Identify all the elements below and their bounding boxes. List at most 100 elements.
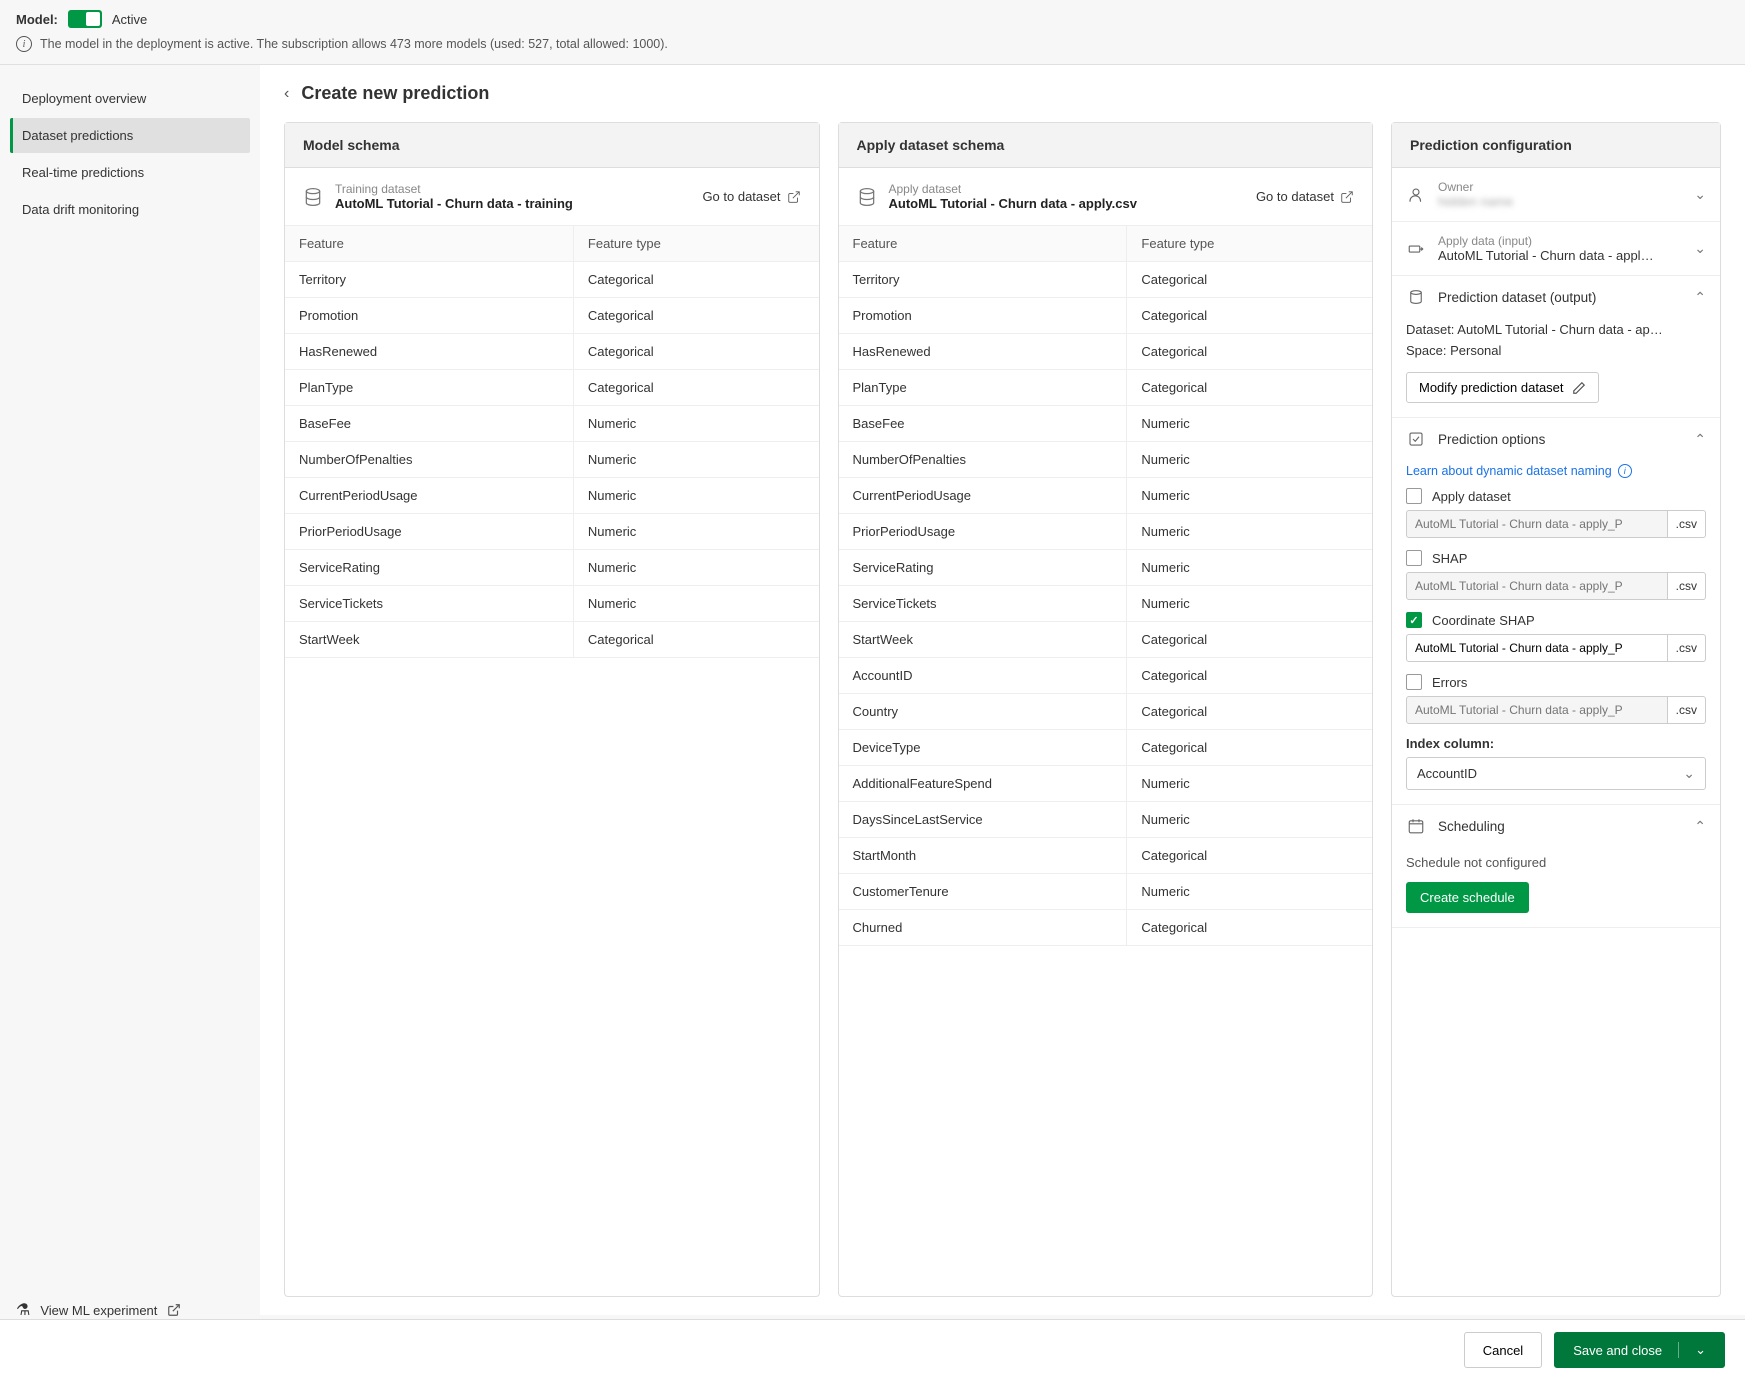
pencil-icon [1572, 381, 1586, 395]
table-row: PromotionCategorical [285, 298, 819, 334]
learn-dynamic-naming-link[interactable]: Learn about dynamic dataset naming i [1406, 464, 1706, 478]
coordinate-shap-input[interactable] [1406, 634, 1668, 662]
model-active-toggle[interactable] [68, 10, 102, 28]
owner-value: hidden name [1438, 194, 1682, 209]
training-dataset-name: AutoML Tutorial - Churn data - training [335, 196, 573, 211]
col-feature-type: Feature type [1127, 226, 1372, 261]
table-row: CustomerTenureNumeric [839, 874, 1373, 910]
feature-cell: HasRenewed [285, 334, 574, 369]
coordinate-shap-check-label: Coordinate SHAP [1432, 613, 1535, 628]
sidebar-item-dataset-predictions[interactable]: Dataset predictions [10, 118, 250, 153]
table-row: PlanTypeCategorical [839, 370, 1373, 406]
footer: Cancel Save and close ⌄ [0, 1319, 1745, 1380]
feature-cell: HasRenewed [839, 334, 1128, 369]
feature-cell: ServiceTickets [839, 586, 1128, 621]
feature-cell: StartWeek [285, 622, 574, 657]
apply-dataset-checkbox[interactable] [1406, 488, 1422, 504]
shap-checkbox[interactable] [1406, 550, 1422, 566]
errors-checkbox[interactable] [1406, 674, 1422, 690]
calendar-icon [1406, 817, 1426, 835]
table-row: CurrentPeriodUsageNumeric [839, 478, 1373, 514]
config-title: Prediction configuration [1392, 123, 1720, 168]
feature-cell: Promotion [285, 298, 574, 333]
view-ml-label: View ML experiment [40, 1303, 157, 1318]
input-icon [1406, 240, 1426, 258]
table-row: CurrentPeriodUsageNumeric [285, 478, 819, 514]
sidebar-item-data-drift-monitoring[interactable]: Data drift monitoring [10, 192, 250, 227]
col-feature: Feature [839, 226, 1128, 261]
scheduling-header[interactable]: Scheduling ⌃ [1392, 805, 1720, 847]
table-row: DeviceTypeCategorical [839, 730, 1373, 766]
prediction-options-header[interactable]: Prediction options ⌃ [1392, 418, 1720, 460]
type-cell: Numeric [1127, 766, 1372, 801]
feature-cell: PriorPeriodUsage [285, 514, 574, 549]
sidebar-item-real-time-predictions[interactable]: Real-time predictions [10, 155, 250, 190]
feature-cell: Country [839, 694, 1128, 729]
feature-cell: PriorPeriodUsage [839, 514, 1128, 549]
type-cell: Numeric [574, 478, 819, 513]
info-icon: i [1618, 464, 1632, 478]
top-bar: Model: Active i The model in the deploym… [0, 0, 1745, 65]
errors-check-label: Errors [1432, 675, 1467, 690]
apply-dataset-input [1406, 510, 1668, 538]
feature-cell: ServiceRating [839, 550, 1128, 585]
type-cell: Numeric [1127, 406, 1372, 441]
model-info-text: The model in the deployment is active. T… [40, 37, 668, 51]
type-cell: Categorical [1127, 262, 1372, 297]
feature-cell: CurrentPeriodUsage [285, 478, 574, 513]
table-row: NumberOfPenaltiesNumeric [839, 442, 1373, 478]
type-cell: Numeric [1127, 550, 1372, 585]
apply-dataset-check-label: Apply dataset [1432, 489, 1511, 504]
scheduling-title: Scheduling [1438, 819, 1682, 834]
file-ext: .csv [1668, 510, 1706, 538]
apply-dataset-label: Apply dataset [889, 182, 1137, 196]
type-cell: Categorical [574, 622, 819, 657]
owner-row[interactable]: Owner hidden name ⌄ [1392, 168, 1720, 221]
chevron-down-icon: ⌄ [1695, 1342, 1706, 1358]
chevron-up-icon: ⌃ [1694, 289, 1706, 306]
apply-input-label: Apply data (input) [1438, 234, 1682, 248]
coordinate-shap-checkbox[interactable] [1406, 612, 1422, 628]
apply-input-row[interactable]: Apply data (input) AutoML Tutorial - Chu… [1392, 222, 1720, 275]
training-dataset-label: Training dataset [335, 182, 573, 196]
table-row: HasRenewedCategorical [839, 334, 1373, 370]
type-cell: Categorical [1127, 730, 1372, 765]
table-row: StartWeekCategorical [839, 622, 1373, 658]
file-ext: .csv [1668, 634, 1706, 662]
table-row: CountryCategorical [839, 694, 1373, 730]
feature-cell: StartWeek [839, 622, 1128, 657]
goto-training-dataset-link[interactable]: Go to dataset [702, 189, 800, 204]
type-cell: Categorical [1127, 334, 1372, 369]
prediction-options-title: Prediction options [1438, 432, 1682, 447]
type-cell: Numeric [574, 550, 819, 585]
back-button[interactable]: ‹ [284, 85, 289, 103]
type-cell: Categorical [574, 334, 819, 369]
owner-label: Owner [1438, 180, 1682, 194]
modify-prediction-dataset-button[interactable]: Modify prediction dataset [1406, 372, 1599, 403]
user-icon [1406, 186, 1426, 204]
apply-dataset-name: AutoML Tutorial - Churn data - apply.csv [889, 196, 1137, 211]
table-row: ServiceTicketsNumeric [839, 586, 1373, 622]
page-title: Create new prediction [301, 83, 489, 104]
chevron-down-icon: ⌄ [1694, 240, 1706, 257]
view-ml-experiment-link[interactable]: ⚗ View ML experiment [16, 1300, 181, 1320]
type-cell: Numeric [1127, 586, 1372, 621]
sidebar-item-deployment-overview[interactable]: Deployment overview [10, 81, 250, 116]
type-cell: Categorical [1127, 910, 1372, 945]
chevron-down-icon: ⌄ [1694, 186, 1706, 203]
prediction-dataset-header[interactable]: Prediction dataset (output) ⌃ [1392, 276, 1720, 318]
type-cell: Categorical [574, 298, 819, 333]
goto-apply-dataset-link[interactable]: Go to dataset [1256, 189, 1354, 204]
model-schema-panel: Model schema Training dataset AutoML Tut… [284, 122, 820, 1297]
space-line: Space: Personal [1406, 343, 1706, 358]
table-row: ServiceTicketsNumeric [285, 586, 819, 622]
database-icon [303, 187, 323, 207]
save-and-close-button[interactable]: Save and close ⌄ [1554, 1332, 1725, 1368]
feature-cell: ServiceTickets [285, 586, 574, 621]
index-column-select[interactable]: AccountID ⌄ [1406, 757, 1706, 790]
create-schedule-button[interactable]: Create schedule [1406, 882, 1529, 913]
database-icon [857, 187, 877, 207]
prediction-config-panel: Prediction configuration Owner hidden na… [1391, 122, 1721, 1297]
table-row: AdditionalFeatureSpendNumeric [839, 766, 1373, 802]
cancel-button[interactable]: Cancel [1464, 1332, 1542, 1368]
